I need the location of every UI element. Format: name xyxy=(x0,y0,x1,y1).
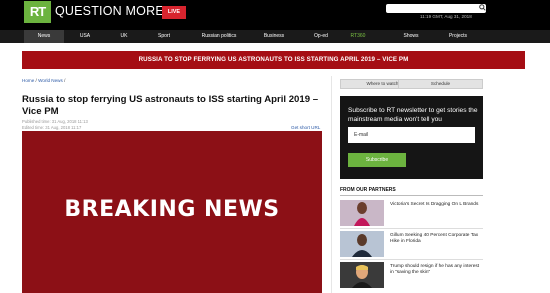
rt-logo[interactable]: RT xyxy=(24,1,51,23)
main-navigation: News USA UK Sport Russian politics Busin… xyxy=(0,30,550,43)
nav-item-op-ed[interactable]: Op-ed xyxy=(305,30,337,43)
nav-item-usa[interactable]: USA xyxy=(70,30,100,43)
breaking-news-graphic-text: BREAKING NEWS xyxy=(64,197,280,222)
tab-schedule[interactable]: Schedule xyxy=(398,79,483,89)
edited-time: Edited time: 31 Aug, 2018 11:17 xyxy=(22,125,82,130)
newsletter-text: Subscribe to RT newsletter to get storie… xyxy=(348,107,478,123)
partner-item[interactable]: Gillum Seeking 40 Percent Corporate Tax … xyxy=(340,231,483,259)
partner-divider xyxy=(340,259,483,260)
brand-tagline: QUESTION MORE xyxy=(55,4,164,18)
article-title: Russia to stop ferrying US astronauts to… xyxy=(22,94,319,117)
partners-heading: FROM OUR PARTNERS xyxy=(340,187,396,193)
breadcrumb-world-news[interactable]: World News xyxy=(38,78,63,83)
newsletter-box: Subscribe to RT newsletter to get storie… xyxy=(340,96,483,179)
partner-thumbnail xyxy=(340,200,384,226)
search-icon[interactable] xyxy=(479,4,486,11)
live-button[interactable]: LIVE xyxy=(162,6,186,19)
partner-thumbnail xyxy=(340,231,384,257)
nav-item-projects[interactable]: Projects xyxy=(441,30,475,43)
nav-item-uk[interactable]: UK xyxy=(110,30,138,43)
search-input[interactable] xyxy=(386,4,486,13)
partner-headline[interactable]: Trump should resign if he has any intere… xyxy=(390,264,480,276)
nav-item-sport[interactable]: Sport xyxy=(150,30,178,43)
partner-divider xyxy=(340,228,483,229)
article-hero-image: BREAKING NEWS xyxy=(22,131,322,293)
partner-headline[interactable]: Victoria's Secret Is Dragging On L Brand… xyxy=(390,202,480,208)
get-short-url-link[interactable]: Get short URL xyxy=(291,125,320,130)
top-header-bar: RT QUESTION MORE LIVE 11:19 GMT, Aug 31,… xyxy=(0,0,550,30)
nav-item-rt360[interactable]: RT360 xyxy=(343,30,373,43)
breadcrumb-home[interactable]: Home xyxy=(22,78,34,83)
nav-item-news[interactable]: News xyxy=(24,30,64,43)
email-field[interactable] xyxy=(348,127,475,143)
published-time: Published time: 31 Aug, 2018 11:13 xyxy=(22,119,88,124)
breaking-news-banner[interactable]: RUSSIA TO STOP FERRYING US ASTRONAUTS TO… xyxy=(22,51,525,69)
partner-item[interactable]: Victoria's Secret Is Dragging On L Brand… xyxy=(340,200,483,228)
partner-item[interactable]: Trump should resign if he has any intere… xyxy=(340,262,483,290)
nav-item-business[interactable]: Business xyxy=(258,30,290,43)
partner-headline[interactable]: Gillum Seeking 40 Percent Corporate Tax … xyxy=(390,233,480,245)
partners-divider xyxy=(340,195,483,196)
partner-thumbnail xyxy=(340,262,384,288)
column-divider xyxy=(331,76,332,293)
subscribe-button[interactable]: Subscribe xyxy=(348,153,406,167)
nav-item-shows[interactable]: Shows xyxy=(396,30,426,43)
breadcrumb: Home / World News / xyxy=(22,78,65,83)
breadcrumb-trailing-separator: / xyxy=(62,78,66,83)
current-time: 11:19 GMT, Aug 31, 2018 xyxy=(420,14,472,19)
nav-item-russian-politics[interactable]: Russian politics xyxy=(188,30,250,43)
